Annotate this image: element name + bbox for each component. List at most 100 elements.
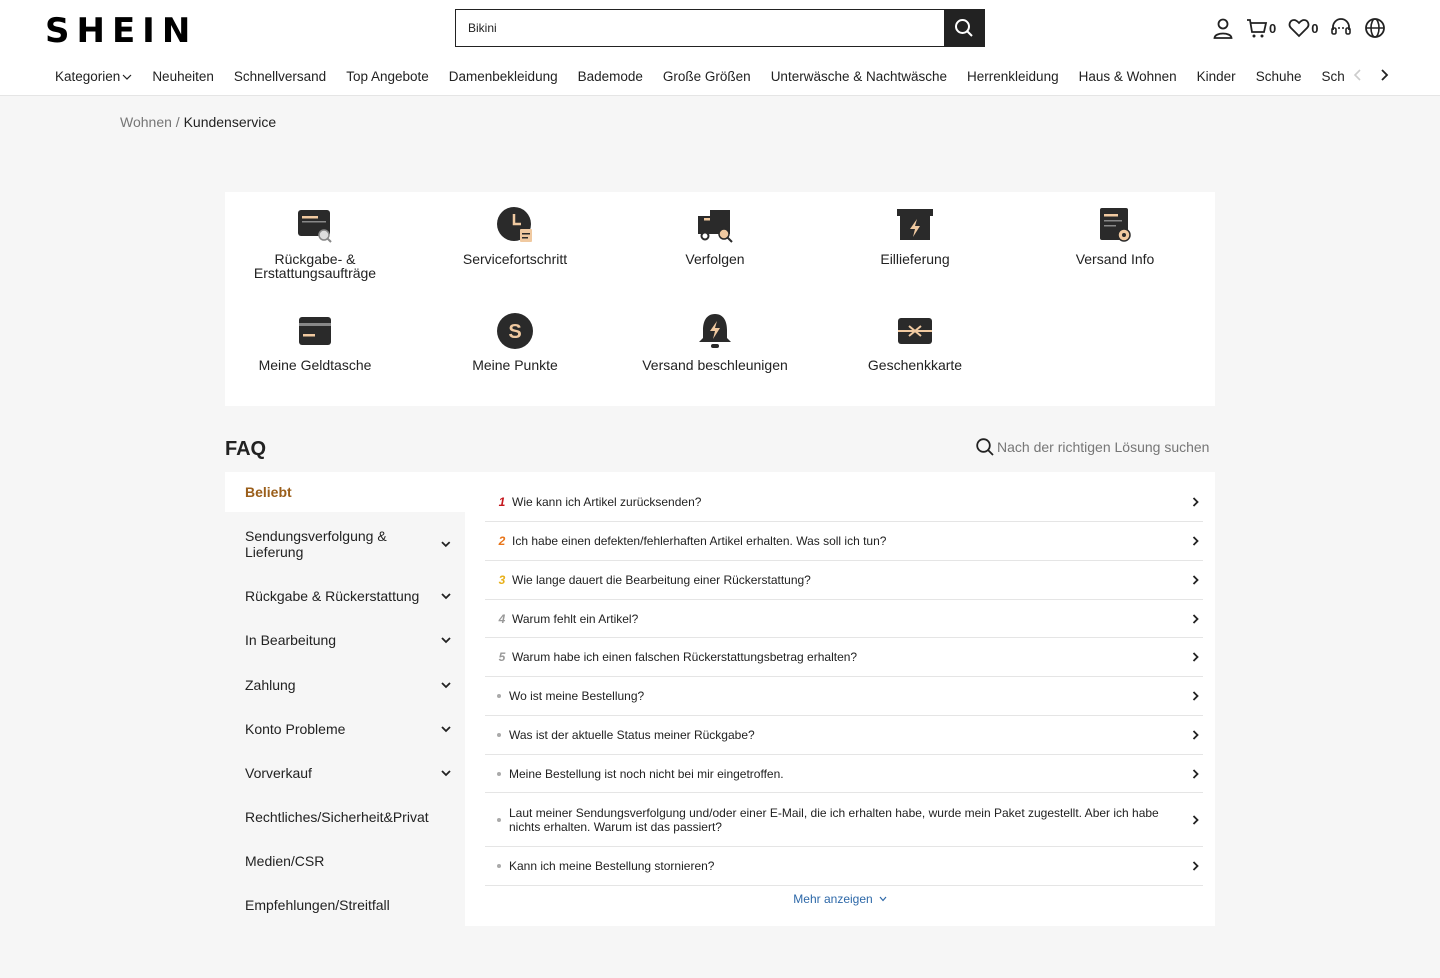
account-button[interactable]: [1212, 17, 1234, 39]
service-progress[interactable]: Servicefortschritt: [425, 206, 605, 266]
faq-category[interactable]: Zahlung: [225, 677, 465, 693]
nav-label: Kategorien: [55, 69, 121, 84]
wishlist-count: 0: [1311, 20, 1319, 36]
service-label: Meine Punkte: [472, 357, 558, 373]
faq-rank: 5: [498, 650, 506, 664]
service-label: Verfolgen: [685, 251, 745, 267]
show-more-label: Mehr anzeigen: [793, 892, 873, 906]
chevron-down-icon: [441, 682, 451, 689]
nav-item[interactable]: Kinder: [1197, 66, 1236, 88]
chevron-right-icon[interactable]: [1379, 69, 1389, 81]
bullet-dot: [497, 771, 501, 776]
svg-text:S: S: [508, 321, 521, 343]
service-returns[interactable]: Rückgabe- & Erstattungsaufträge: [225, 206, 405, 280]
search-input[interactable]: [456, 10, 944, 46]
chevron-right-icon: [1189, 730, 1201, 740]
service-wallet[interactable]: Meine Geldtasche: [225, 312, 405, 372]
nav-item[interactable]: Schuhe: [1256, 66, 1302, 88]
faq-category-label: Zahlung: [245, 677, 296, 693]
chevron-left-icon[interactable]: [1353, 69, 1363, 81]
faq-category[interactable]: Empfehlungen/Streitfall: [225, 897, 465, 913]
points-coin-icon: S: [497, 313, 533, 349]
faq-search[interactable]: Nach der richtigen Lösung suchen: [976, 438, 1209, 456]
nav-item[interactable]: Herrenkleidung: [967, 66, 1059, 88]
faq-question-row[interactable]: Meine Bestellung ist noch nicht bei mir …: [485, 755, 1203, 793]
faq-question-row[interactable]: 1 Wie kann ich Artikel zurücksenden?: [485, 483, 1203, 522]
nav-item[interactable]: Schnellversand: [234, 66, 326, 88]
nav-item[interactable]: Sch: [1321, 66, 1344, 88]
support-button[interactable]: [1330, 17, 1352, 39]
service-express[interactable]: Eillieferung: [825, 206, 1005, 266]
faq-category[interactable]: Konto Probleme: [225, 721, 465, 737]
nav-item[interactable]: Neuheiten: [152, 66, 214, 88]
chevron-down-icon: [441, 593, 451, 600]
nav-item[interactable]: Haus & Wohnen: [1079, 66, 1177, 88]
faq-question-row[interactable]: 3 Wie lange dauert die Bearbeitung einer …: [485, 561, 1203, 600]
faq-question-row[interactable]: 2 Ich habe einen defekten/fehlerhaften Ar…: [485, 522, 1203, 561]
service-label: Eillieferung: [880, 251, 950, 267]
service-label: Rückgabe- & Erstattungsaufträge: [253, 251, 377, 281]
faq-question-row[interactable]: Kann ich meine Bestellung stornieren?: [485, 847, 1203, 886]
cart-count: 0: [1269, 20, 1277, 36]
faq-question-text: Warum fehlt ein Artikel?: [512, 611, 639, 626]
cart-button[interactable]: 0: [1246, 17, 1276, 39]
bullet-dot: [497, 694, 501, 698]
faq-question-row[interactable]: 4 Warum fehlt ein Artikel?: [485, 600, 1203, 638]
faq-category[interactable]: Sendungsverfolgung & Lieferung: [225, 528, 465, 560]
faq-question-text: Laut meiner Sendungsverfolgung und/oder …: [509, 805, 1159, 834]
nav-item[interactable]: Bademode: [578, 66, 643, 88]
doc-lock-icon: [1100, 208, 1131, 242]
globe-icon: [1365, 18, 1386, 38]
faq-category[interactable]: In Bearbeitung: [225, 632, 465, 648]
faq-category[interactable]: Vorverkauf: [225, 765, 465, 781]
faq-category-label: Empfehlungen/Streitfall: [245, 897, 390, 913]
header-actions: 0 0: [1212, 16, 1398, 40]
faq-category-label: Medien/CSR: [245, 853, 325, 869]
service-giftcard[interactable]: Geschenkkarte: [825, 312, 1005, 372]
nav-item[interactable]: Große Größen: [663, 66, 751, 88]
service-track[interactable]: Verfolgen: [625, 206, 805, 266]
show-more-button[interactable]: Mehr anzeigen: [465, 892, 1215, 906]
faq-category-label: Rückgabe & Rückerstattung: [245, 588, 420, 604]
faq-question-row[interactable]: Wo ist meine Bestellung?: [485, 677, 1203, 716]
faq-category-popular[interactable]: Beliebt: [225, 472, 465, 512]
faq-question-row[interactable]: Was ist der aktuelle Status meiner Rückg…: [485, 716, 1203, 755]
service-shipping-info[interactable]: Versand Info: [1025, 206, 1205, 266]
nav-item[interactable]: Unterwäsche & Nachtwäsche: [771, 66, 947, 88]
breadcrumb-parent[interactable]: Wohnen: [120, 114, 172, 130]
faq-category-label: Sendungsverfolgung & Lieferung: [245, 528, 387, 560]
headset-icon: [1331, 18, 1352, 35]
faq-question-text: Wie lange dauert die Bearbeitung einer R…: [512, 573, 811, 587]
faq-rank: 2: [498, 534, 506, 548]
service-speedup[interactable]: Versand beschleunigen: [625, 312, 805, 372]
search-bar: [455, 9, 985, 47]
faq-question-text: Was ist der aktuelle Status meiner Rückg…: [509, 728, 755, 742]
chevron-down-icon: [441, 770, 451, 777]
faq-question-row[interactable]: Laut meiner Sendungsverfolgung und/oder …: [485, 793, 1203, 847]
chevron-down-icon: [441, 541, 451, 548]
wallet-card-icon: [299, 317, 331, 345]
category-nav: Kategorien Neuheiten Schnellversand Top …: [45, 66, 1345, 88]
chevron-right-icon: [1189, 691, 1201, 701]
service-points[interactable]: S Meine Punkte: [425, 312, 605, 372]
nav-item[interactable]: Damenbekleidung: [449, 66, 558, 88]
faq-question-row[interactable]: 5 Warum habe ich einen falschen Rückersta…: [485, 638, 1203, 677]
wishlist-button[interactable]: 0: [1288, 17, 1318, 39]
shein-logo[interactable]: SHEIN: [45, 11, 197, 51]
service-label: Geschenkkarte: [867, 357, 963, 373]
faq-category-sidebar: Beliebt Sendungsverfolgung & Lieferung R…: [225, 472, 465, 926]
bullet-dot: [497, 864, 501, 868]
bullet-dot: [497, 817, 501, 822]
faq-category-label: Vorverkauf: [245, 765, 312, 781]
search-button[interactable]: [944, 10, 984, 46]
faq-category-label: In Bearbeitung: [245, 632, 337, 648]
chevron-right-icon: [1189, 861, 1201, 871]
language-button[interactable]: [1364, 17, 1386, 39]
chevron-right-icon: [1189, 497, 1201, 507]
nav-item[interactable]: Top Angebote: [346, 66, 429, 88]
faq-category[interactable]: Rechtliches/Sicherheit&Privat: [225, 809, 465, 825]
nav-kategorien[interactable]: Kategorien: [55, 66, 132, 88]
faq-category[interactable]: Medien/CSR: [225, 853, 465, 869]
service-label: Meine Geldtasche: [258, 357, 372, 373]
faq-category[interactable]: Rückgabe & Rückerstattung: [225, 588, 465, 604]
